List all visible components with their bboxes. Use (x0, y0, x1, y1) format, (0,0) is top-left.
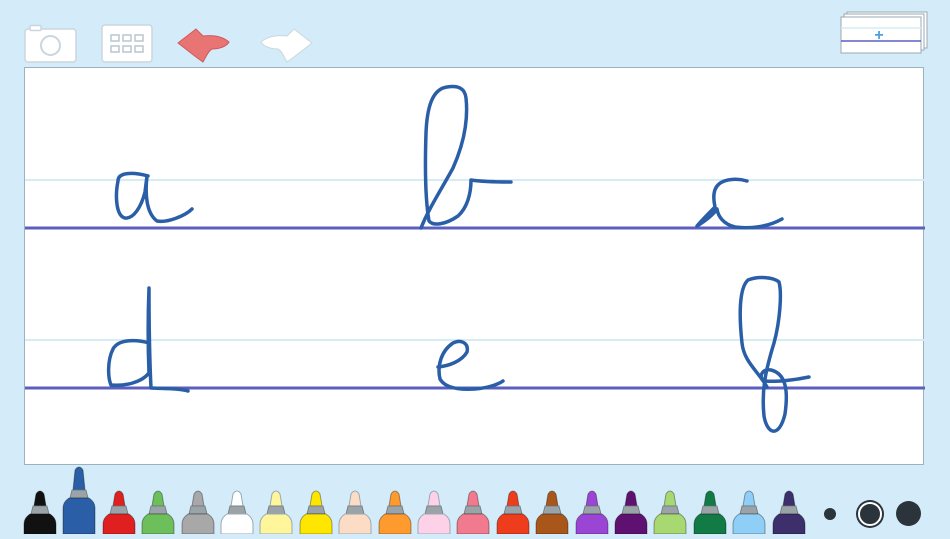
color-marker-5[interactable] (220, 486, 254, 535)
marker-icon (575, 490, 609, 535)
letter-b (419, 84, 513, 230)
color-marker-1[interactable] (62, 462, 96, 535)
marker-icon (693, 490, 727, 535)
color-marker-8[interactable] (338, 486, 372, 535)
camera-icon (24, 24, 77, 63)
marker-icon (456, 490, 490, 535)
brush-size-small[interactable] (824, 508, 836, 520)
undo-button[interactable] (176, 24, 232, 63)
color-marker-17[interactable] (693, 486, 727, 535)
marker-icon (496, 490, 530, 535)
marker-icon (62, 466, 96, 535)
color-marker-15[interactable] (614, 486, 648, 535)
marker-icon (417, 490, 451, 535)
color-marker-4[interactable] (181, 486, 215, 535)
writing-lines (25, 84, 925, 433)
marker-icon (732, 490, 766, 535)
marker-icon (299, 490, 333, 535)
color-marker-14[interactable] (575, 486, 609, 535)
marker-icon (102, 490, 136, 535)
color-marker-6[interactable] (259, 486, 293, 535)
letter-e (436, 339, 505, 391)
marker-icon (181, 490, 215, 535)
color-marker-18[interactable] (732, 486, 766, 535)
marker-icon (141, 490, 175, 535)
grid-button[interactable] (101, 24, 153, 63)
color-marker-12[interactable] (496, 486, 530, 535)
letter-f (738, 275, 811, 433)
marker-icon (23, 490, 57, 535)
color-marker-13[interactable] (535, 486, 569, 535)
color-marker-9[interactable] (378, 486, 412, 535)
letter-c (695, 177, 784, 230)
color-marker-3[interactable] (141, 486, 175, 535)
color-marker-10[interactable] (417, 486, 451, 535)
brush-size-medium[interactable] (858, 502, 882, 526)
undo-arrow-icon (177, 28, 230, 63)
drawing-canvas[interactable] (24, 67, 925, 465)
marker-icon (772, 490, 806, 535)
marker-icon (614, 490, 648, 535)
add-page-icon: + (840, 11, 928, 54)
color-palette (0, 462, 950, 535)
marker-icon (220, 490, 254, 535)
color-marker-16[interactable] (653, 486, 687, 535)
color-marker-19[interactable] (772, 486, 806, 535)
color-marker-0[interactable] (23, 486, 57, 535)
add-page-button[interactable]: + (839, 11, 929, 55)
brush-size-large[interactable] (896, 501, 921, 526)
redo-button[interactable] (258, 24, 314, 63)
color-marker-2[interactable] (102, 486, 136, 535)
color-marker-11[interactable] (456, 486, 490, 535)
grid-icon (101, 24, 153, 63)
camera-button[interactable] (24, 24, 77, 63)
marker-icon (653, 490, 687, 535)
color-marker-7[interactable] (299, 486, 333, 535)
redo-arrow-icon (260, 28, 313, 63)
marker-icon (378, 490, 412, 535)
marker-icon (535, 490, 569, 535)
plus-icon: + (874, 27, 883, 44)
marker-icon (338, 490, 372, 535)
marker-icon (259, 490, 293, 535)
